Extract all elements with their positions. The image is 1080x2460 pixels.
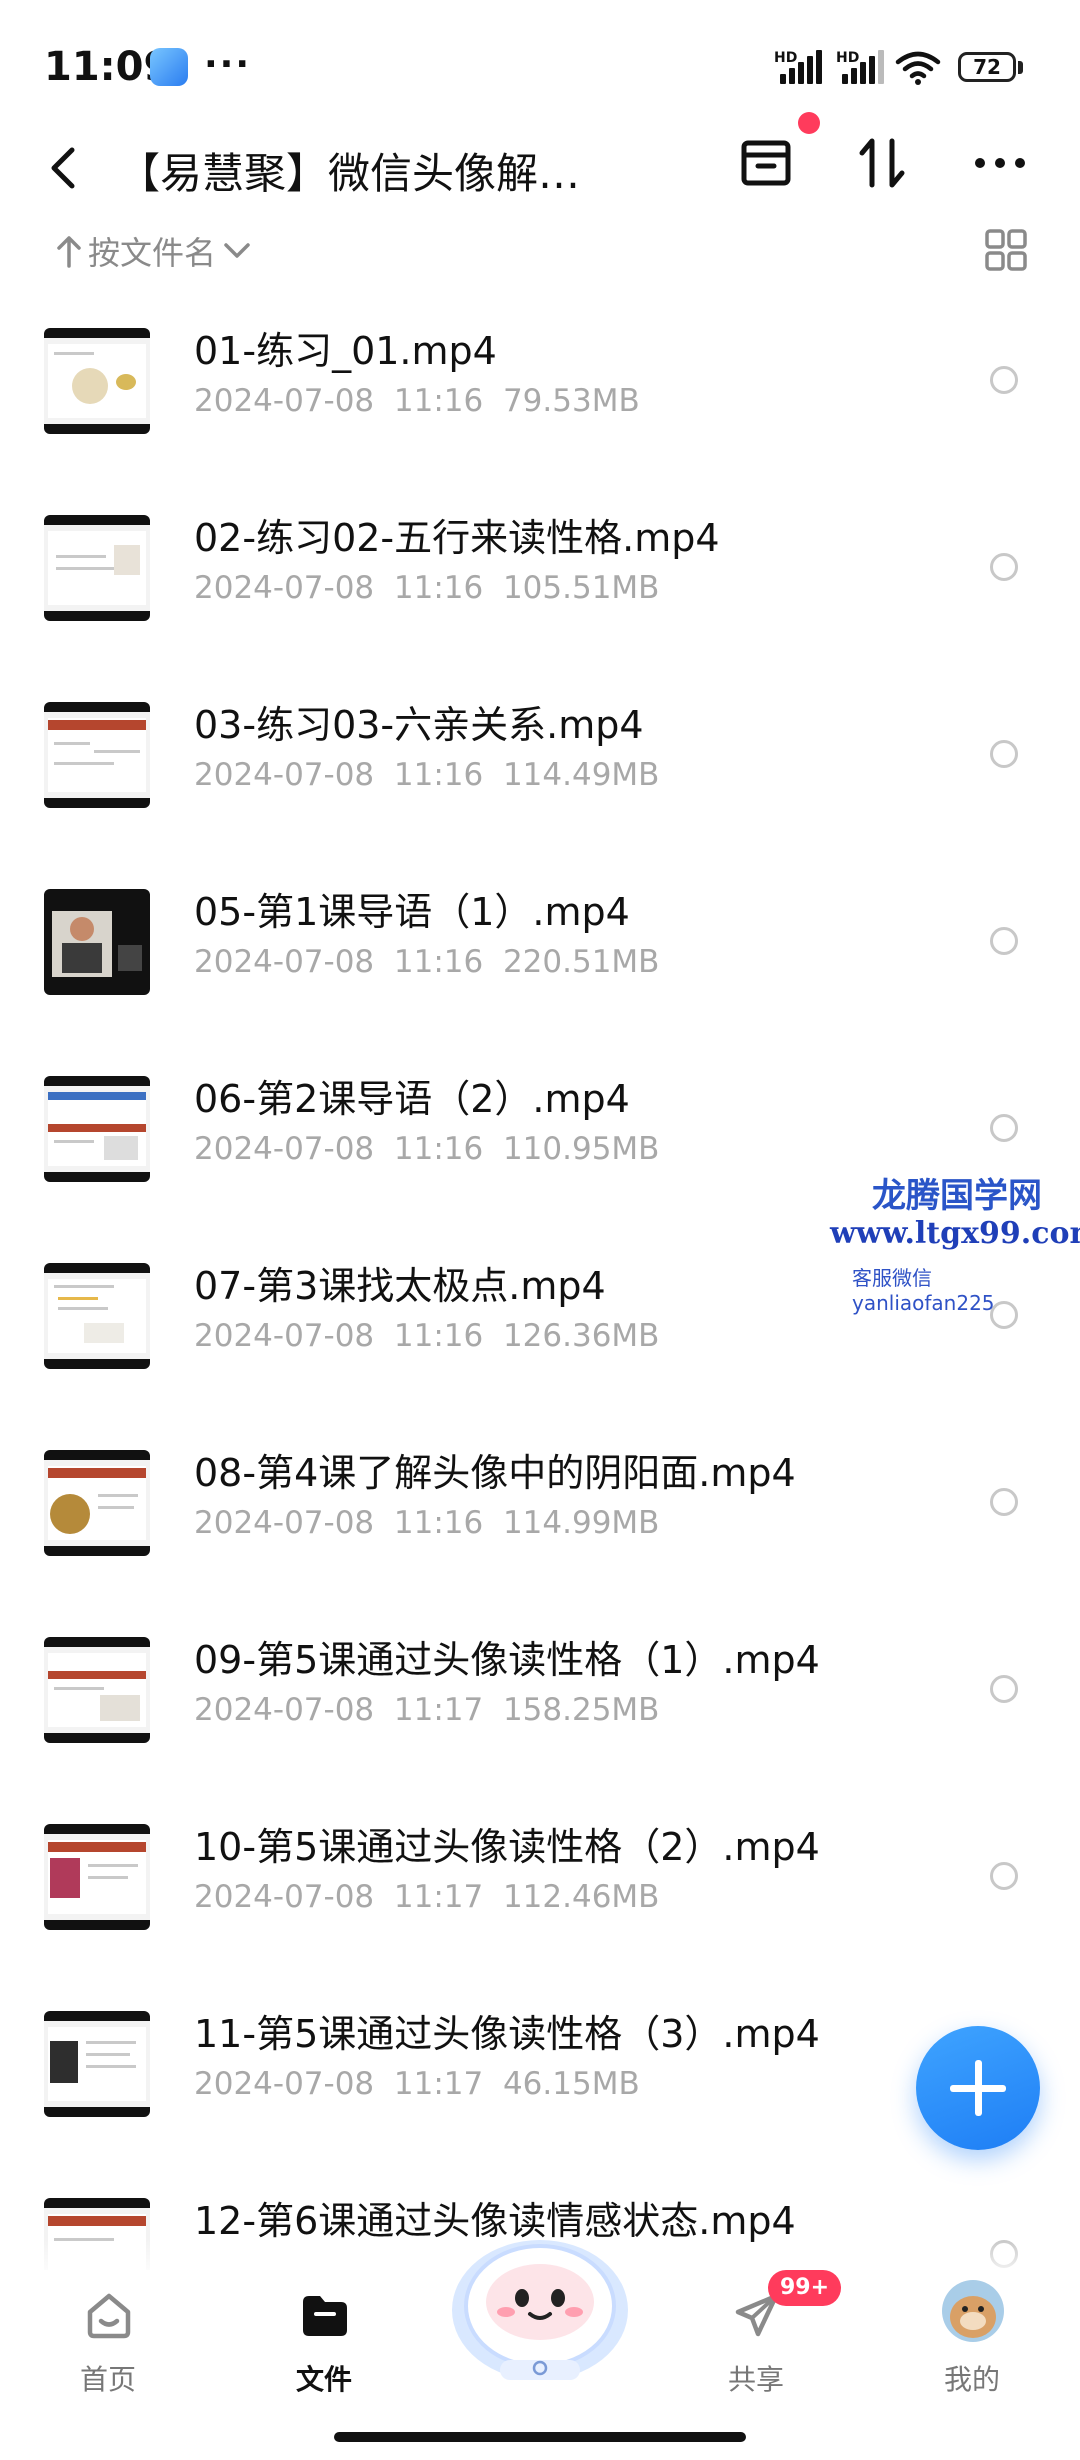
folder-icon xyxy=(303,2296,347,2336)
file-meta: 2024-07-08 11:16 114.99MB xyxy=(194,1505,660,1541)
file-name: 03-练习03-六亲关系.mp4 xyxy=(194,703,644,747)
battery-tip xyxy=(1018,61,1023,74)
nav-share-label: 共享 xyxy=(727,2363,784,2396)
video-thumbnail xyxy=(44,515,150,621)
file-row[interactable]: 03-练习03-六亲关系.mp4 2024-07-08 11:16 114.49… xyxy=(0,702,1080,889)
file-meta: 2024-07-08 11:16 79.53MB xyxy=(194,383,640,419)
file-name: 06-第2课导语（2）.mp4 xyxy=(194,1077,630,1121)
video-thumbnail xyxy=(44,1637,150,1743)
home-indicator xyxy=(334,2432,746,2442)
app-notification-icon xyxy=(150,48,188,86)
share-badge: 99+ xyxy=(768,2270,842,2306)
file-name: 09-第5课通过头像读性格（1）.mp4 xyxy=(194,1638,820,1682)
file-name: 10-第5课通过头像读性格（2）.mp4 xyxy=(194,1825,820,1869)
file-row[interactable]: 08-第4课了解头像中的阴阳面.mp4 2024-07-08 11:16 114… xyxy=(0,1450,1080,1637)
video-thumbnail xyxy=(44,1076,150,1182)
video-thumbnail xyxy=(44,328,150,434)
nav-files-label: 文件 xyxy=(295,2363,352,2396)
video-thumbnail xyxy=(44,889,150,995)
avatar xyxy=(942,2280,1004,2342)
wifi-icon xyxy=(895,51,941,85)
select-checkbox[interactable] xyxy=(990,927,1018,955)
arrow-up-icon xyxy=(57,236,81,268)
file-row[interactable]: 05-第1课导语（1）.mp4 2024-07-08 11:16 220.51M… xyxy=(0,889,1080,1076)
mascot-assistant-icon[interactable] xyxy=(440,2210,640,2380)
select-checkbox[interactable] xyxy=(990,1675,1018,1703)
select-checkbox[interactable] xyxy=(990,553,1018,581)
archive-box-icon[interactable] xyxy=(738,135,794,191)
select-checkbox[interactable] xyxy=(990,1488,1018,1516)
file-name: 11-第5课通过头像读性格（3）.mp4 xyxy=(194,2012,820,2056)
video-thumbnail xyxy=(44,2011,150,2117)
file-name: 05-第1课导语（1）.mp4 xyxy=(194,890,630,934)
select-checkbox[interactable] xyxy=(990,1114,1018,1142)
file-meta: 2024-07-08 11:16 110.95MB xyxy=(194,1131,660,1167)
video-thumbnail xyxy=(44,702,150,808)
file-name: 08-第4课了解头像中的阴阳面.mp4 xyxy=(194,1451,796,1495)
sort-arrows-icon[interactable] xyxy=(856,135,910,191)
home-icon xyxy=(87,2293,131,2339)
select-checkbox[interactable] xyxy=(990,366,1018,394)
battery-indicator: 72 xyxy=(958,52,1016,82)
cellular-signal-2-icon: HD xyxy=(836,50,884,84)
nav-files[interactable]: 文件 xyxy=(264,2270,384,2420)
file-row[interactable]: 10-第5课通过头像读性格（2）.mp4 2024-07-08 11:17 11… xyxy=(0,1824,1080,2011)
more-dots-icon[interactable] xyxy=(970,135,1030,191)
back-arrow-icon[interactable] xyxy=(46,146,80,190)
select-checkbox[interactable] xyxy=(990,1862,1018,1890)
notification-dot xyxy=(798,112,820,134)
watermark-contact: 客服微信 yanliaofan225 xyxy=(852,1266,995,1315)
file-meta: 2024-07-08 11:17 46.15MB xyxy=(194,2066,640,2102)
file-name: 02-练习02-五行来读性格.mp4 xyxy=(194,516,720,560)
nav-home[interactable]: 首页 xyxy=(48,2270,168,2420)
sort-label: 按文件名 xyxy=(88,234,217,272)
watermark-url: www.ltgx99.com xyxy=(830,1216,1080,1251)
file-name: 01-练习_01.mp4 xyxy=(194,329,497,373)
file-row[interactable]: 02-练习02-五行来读性格.mp4 2024-07-08 11:16 105.… xyxy=(0,515,1080,702)
file-meta: 2024-07-08 11:17 112.46MB xyxy=(194,1879,660,1915)
nav-home-label: 首页 xyxy=(79,2363,136,2396)
file-meta: 2024-07-08 11:16 114.49MB xyxy=(194,757,660,793)
chevron-down-icon xyxy=(224,243,250,258)
video-thumbnail xyxy=(44,1263,150,1369)
watermark-title: 龙腾国学网 xyxy=(872,1176,1042,1216)
plus-icon-vertical xyxy=(975,2060,982,2116)
file-name: 07-第3课找太极点.mp4 xyxy=(194,1264,606,1308)
page-title: 【易慧聚】微信头像解… xyxy=(118,149,581,198)
file-meta: 2024-07-08 11:17 158.25MB xyxy=(194,1692,660,1728)
file-row[interactable]: 01-练习_01.mp4 2024-07-08 11:16 79.53MB xyxy=(0,328,1080,515)
file-meta: 2024-07-08 11:16 105.51MB xyxy=(194,570,660,606)
status-more-notifications: ··· xyxy=(204,44,252,85)
video-thumbnail xyxy=(44,1450,150,1556)
select-checkbox[interactable] xyxy=(990,740,1018,768)
nav-me[interactable]: 我的 xyxy=(912,2270,1032,2420)
file-meta: 2024-07-08 11:16 220.51MB xyxy=(194,944,660,980)
cellular-signal-1-icon: HD xyxy=(774,50,822,84)
nav-me-label: 我的 xyxy=(943,2363,1000,2396)
grid-view-icon[interactable] xyxy=(984,228,1028,272)
file-meta: 2024-07-08 11:16 126.36MB xyxy=(194,1318,660,1354)
video-thumbnail xyxy=(44,1824,150,1930)
sort-by-name-control[interactable]: 按文件名 xyxy=(56,228,252,274)
file-row[interactable]: 09-第5课通过头像读性格（1）.mp4 2024-07-08 11:17 15… xyxy=(0,1637,1080,1824)
